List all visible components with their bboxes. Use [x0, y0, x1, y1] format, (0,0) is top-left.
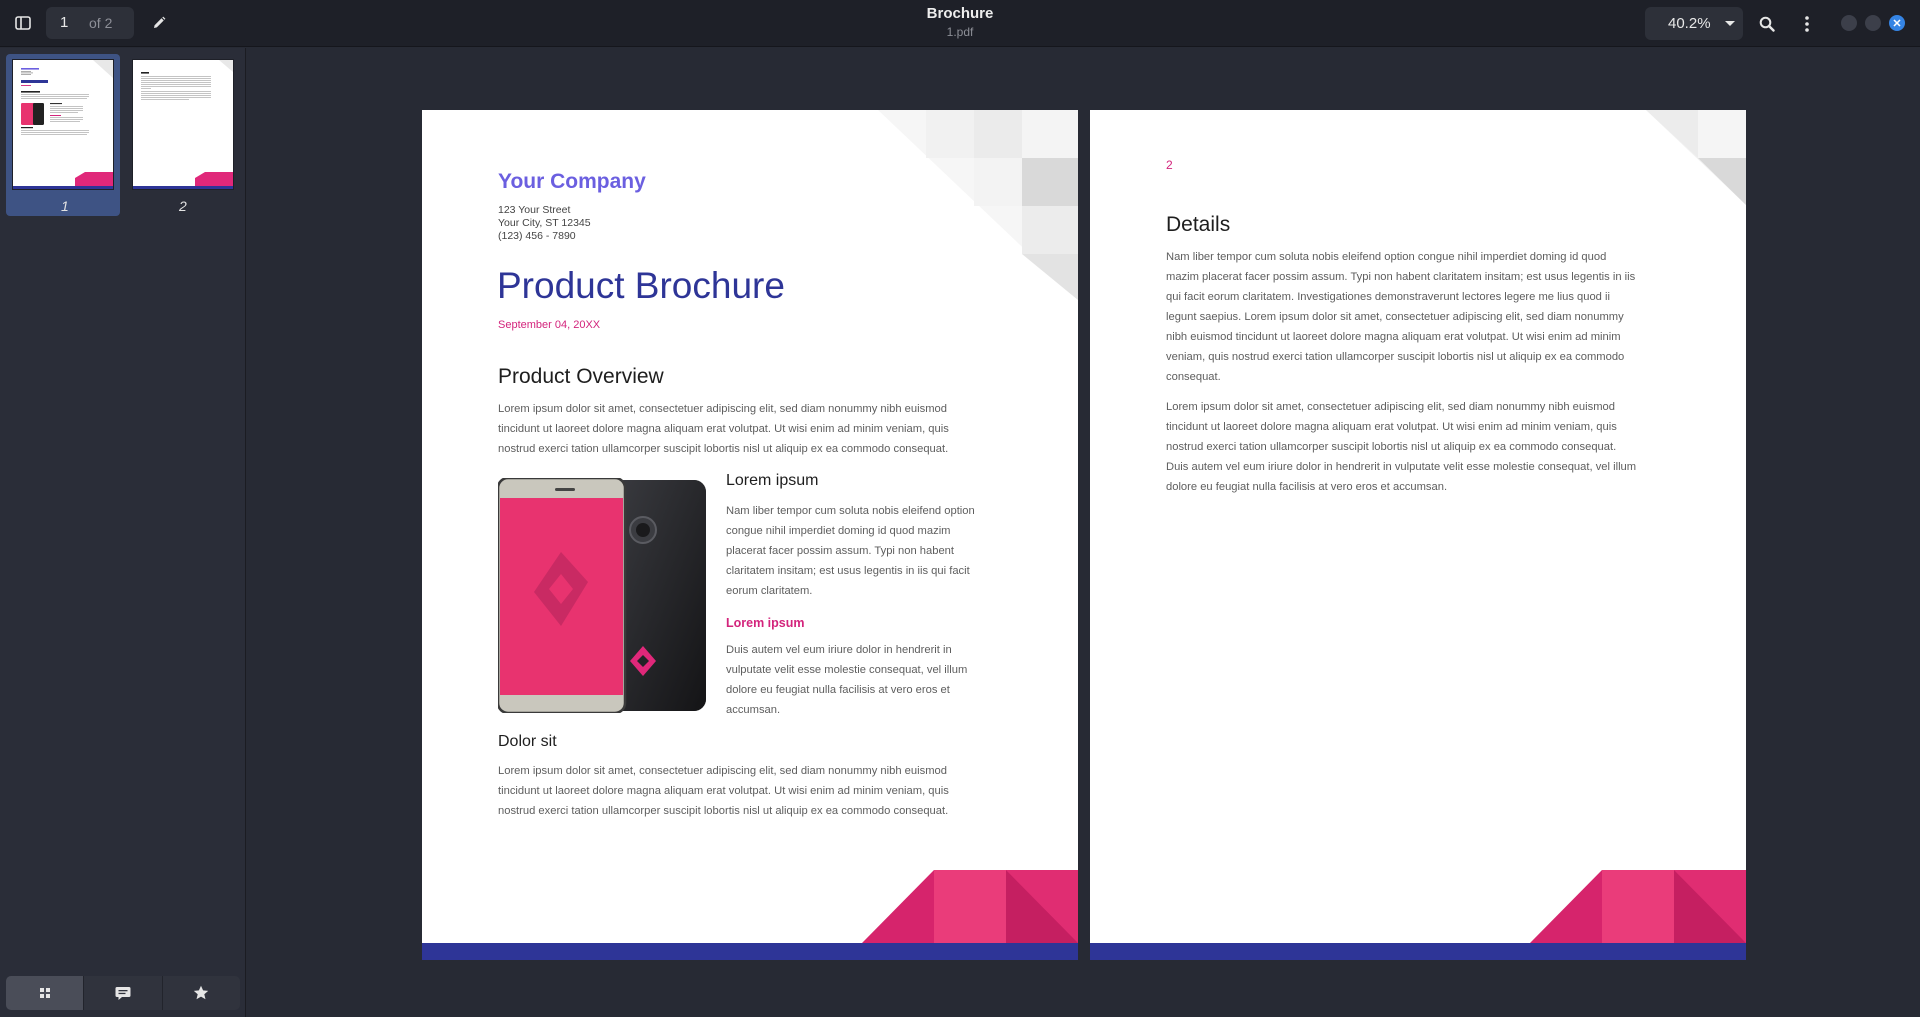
star-icon [194, 985, 209, 1000]
details-paragraph-2: Lorem ipsum dolor sit amet, consectetuer… [1166, 397, 1636, 497]
address-line-3: (123) 456 - 7890 [498, 230, 576, 242]
phone-illustration [498, 478, 706, 713]
feature-paragraph: Nam liber tempor cum soluta nobis eleife… [726, 501, 975, 601]
address-line-1: 123 Your Street [498, 204, 571, 216]
document-filename: 1.pdf [946, 25, 974, 39]
document-title-area: Brochure 1.pdf [760, 5, 1160, 39]
text-line: Nam liber tempor cum soluta nobis eleife… [1166, 251, 1607, 263]
document-title: Brochure [926, 5, 994, 22]
zoom-level: 40.2% [1668, 15, 1711, 32]
sub-paragraph: Duis autem vel eum iriure dolor in hendr… [726, 640, 967, 720]
pencil-icon [154, 16, 166, 28]
company-name: Your Company [498, 170, 646, 193]
address-line-2: Your City, ST 12345 [498, 217, 591, 229]
text-line: Lorem ipsum dolor sit amet, consectetuer… [1166, 401, 1615, 413]
text-line: Duis autem vel eum iriure dolor in hendr… [1166, 461, 1637, 473]
text-line: eorum claritatem. [726, 585, 813, 597]
page-footer-decoration [1530, 870, 1746, 943]
thumbnail-label-1: 1 [61, 198, 69, 214]
overview-heading: Product Overview [498, 365, 664, 388]
dolor-heading: Dolor sit [498, 733, 557, 750]
page-number-field[interactable]: 1 of 2 [46, 7, 134, 39]
zoom-dropdown[interactable]: 40.2% [1645, 7, 1743, 40]
text-line: nostrud exerci tation ullamcorper suscip… [1166, 441, 1617, 453]
page-footer-decoration [862, 870, 1078, 943]
text-line: Nam liber tempor cum soluta nobis eleife… [726, 505, 975, 517]
search-icon [1759, 16, 1775, 32]
tab-thumbnails[interactable] [6, 976, 85, 1010]
thumbnail-label-2: 2 [179, 198, 187, 214]
grid-icon [39, 988, 50, 998]
main-menu-button[interactable] [1793, 10, 1821, 38]
text-line: Duis autem vel eum iriure dolor in hendr… [726, 644, 952, 656]
minimize-button[interactable] [1841, 15, 1857, 31]
tab-bookmarks[interactable] [163, 976, 240, 1010]
text-line: tincidunt ut laoreet dolore magna aliqua… [498, 423, 949, 435]
text-line: tincidunt ut laoreet dolore magna aliqua… [498, 785, 949, 797]
kebab-menu-icon [1805, 16, 1809, 32]
details-heading: Details [1166, 213, 1231, 236]
sidebar-icon [15, 16, 31, 30]
page-bottom-bar [1090, 943, 1746, 960]
edit-button[interactable] [146, 10, 172, 36]
brochure-title: Product Brochure [497, 265, 785, 306]
close-button[interactable]: ✕ [1889, 15, 1905, 31]
text-line: nostrud exerci tation ullamcorper suscip… [498, 443, 949, 455]
comment-icon [115, 986, 131, 1000]
brochure-date: September 04, 20XX [498, 319, 601, 331]
feature-heading: Lorem ipsum [726, 472, 819, 489]
text-line: nibh euismod tincidunt ut laoreet dolore… [1166, 331, 1621, 343]
page-total-label: of 2 [89, 15, 113, 31]
text-line: consequat. [1166, 371, 1221, 383]
text-line: mazim placerat facer possim assum. Typi … [1166, 271, 1636, 283]
text-line: claritatem insitam; est usus legentis in… [726, 565, 970, 577]
thumbnail-page-2[interactable] [132, 59, 234, 190]
maximize-button[interactable] [1865, 15, 1881, 31]
text-line: dolore eu feugiat nulla facilisis at ver… [726, 684, 950, 696]
document-page-2: 2 Details Nam liber tempor cum soluta no… [1090, 110, 1746, 960]
text-line: legunt saepius. Lorem ipsum dolor sit am… [1166, 311, 1624, 323]
page-corner-decoration [878, 110, 1078, 300]
details-paragraph-1: Nam liber tempor cum soluta nobis eleife… [1166, 247, 1635, 387]
text-line: placerat facer possim assum. Typi non ha… [726, 545, 955, 557]
text-line: vulputate velit esse molestie consequat,… [726, 664, 968, 676]
tab-annotations[interactable] [84, 976, 163, 1010]
text-line: Lorem ipsum dolor sit amet, consectetuer… [498, 765, 947, 777]
header-bar: 1 of 2 Brochure 1.pdf 40.2% ✕ [0, 0, 1920, 47]
chevron-down-icon [1725, 21, 1735, 26]
close-icon: ✕ [1892, 17, 1902, 30]
text-line: Lorem ipsum dolor sit amet, consectetuer… [498, 403, 947, 415]
overview-paragraph: Lorem ipsum dolor sit amet, consectetuer… [498, 399, 949, 459]
thumbnail-page-2-preview [133, 60, 233, 189]
page-number-label: 2 [1166, 158, 1173, 172]
thumbnail-page-1[interactable] [12, 59, 114, 190]
sub-heading: Lorem ipsum [726, 616, 805, 630]
sidebar-tab-bar [6, 976, 240, 1010]
document-page-1: Your Company 123 Your Street Your City, … [422, 110, 1078, 960]
text-line: veniam, quis nostrud exerci tation ullam… [1166, 351, 1625, 363]
dolor-paragraph: Lorem ipsum dolor sit amet, consectetuer… [498, 761, 949, 821]
text-line: dolore eu feugiat nulla facilisis at ver… [1166, 481, 1448, 493]
page-bottom-bar [422, 943, 1078, 960]
text-line: qui facit eorum claritatem. Investigatio… [1166, 291, 1610, 303]
search-button[interactable] [1753, 10, 1781, 38]
text-line: accumsan. [726, 704, 781, 716]
sidebar: 1 2 [0, 48, 246, 1017]
page-corner-decoration [1646, 110, 1746, 205]
thumbnail-page-1-preview [13, 60, 113, 189]
text-line: nostrud exerci tation ullamcorper suscip… [498, 805, 949, 817]
current-page-input[interactable]: 1 [60, 14, 68, 31]
sidebar-toggle-button[interactable] [8, 9, 38, 37]
text-line: congue nihil imperdiet doming id quod ma… [726, 525, 951, 537]
text-line: tincidunt ut laoreet dolore magna aliqua… [1166, 421, 1617, 433]
